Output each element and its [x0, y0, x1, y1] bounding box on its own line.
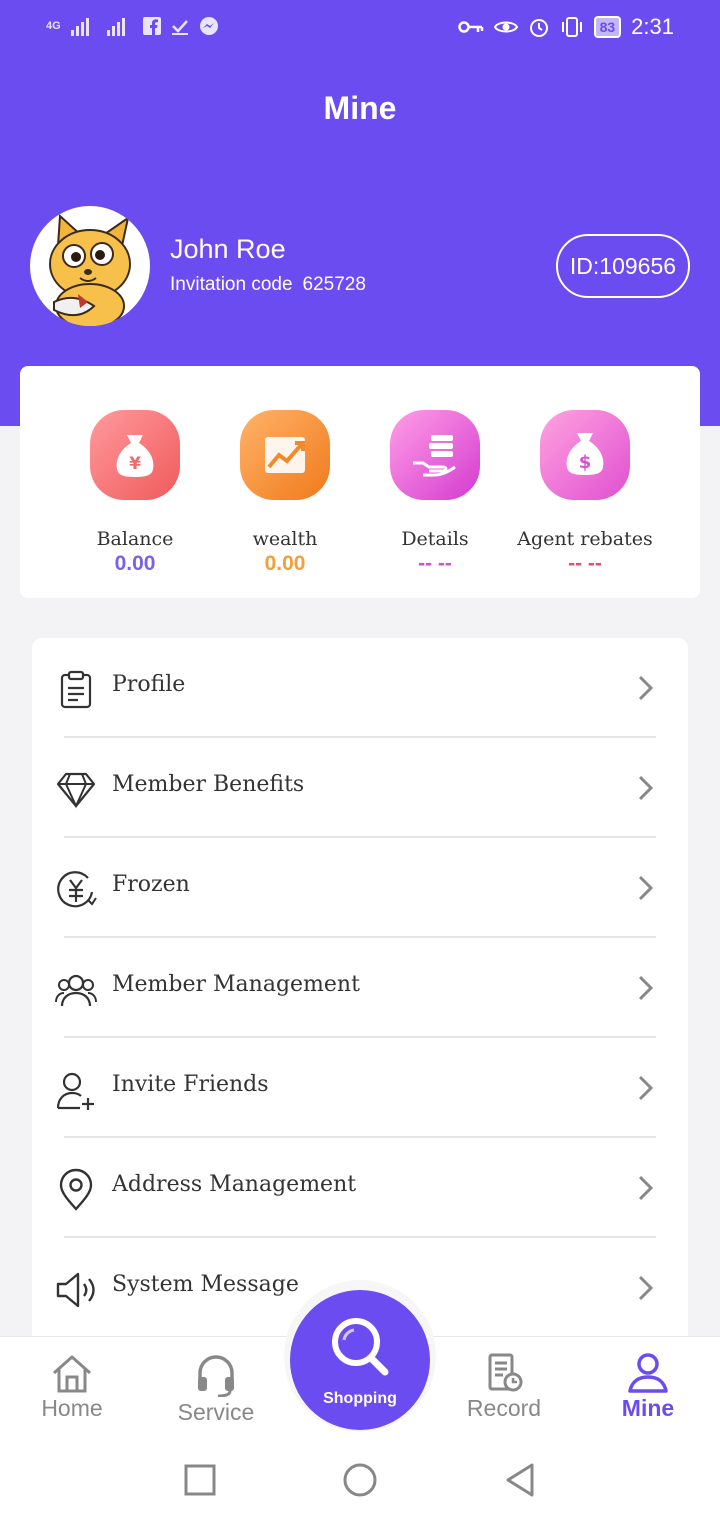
stats-card: ¥ Balance 0.00 wealth 0.00 Details -- --… [20, 366, 700, 598]
menu-label: Invite Friends [112, 1072, 269, 1097]
signal-icon-2 [106, 18, 125, 36]
recent-apps-button[interactable] [184, 1464, 216, 1496]
menu-item-invite-friends[interactable]: Invite Friends [32, 1038, 688, 1138]
key-icon [457, 21, 483, 33]
user-name: John Roe [170, 234, 286, 264]
menu-item-profile[interactable]: Profile [32, 638, 688, 738]
status-left: 4G [46, 16, 219, 36]
menu-label: Address Management [112, 1172, 357, 1197]
messenger-icon [199, 17, 218, 35]
facebook-icon [142, 17, 161, 35]
chevron-right-icon [638, 675, 654, 701]
tab-label: Mine [621, 1395, 675, 1421]
tab-label: Service [177, 1399, 255, 1425]
menu-label: Frozen [112, 872, 190, 897]
user-icon [628, 1353, 668, 1393]
stat-value: 0.00 [114, 552, 156, 575]
download-check-icon [171, 20, 188, 35]
avatar[interactable] [30, 206, 150, 326]
clipboard-icon [60, 670, 92, 709]
id-badge: ID:109656 [556, 234, 690, 298]
menu-label: Profile [112, 672, 186, 697]
status-bar: 4G 83 2:31 [0, 0, 720, 56]
alarm-icon [529, 19, 548, 37]
stat-label: wealth [252, 528, 318, 550]
menu-item-member-management[interactable]: Member Management [32, 938, 688, 1038]
svg-text:¥: ¥ [129, 454, 141, 474]
menu-item-member-benefits[interactable]: Member Benefits [32, 738, 688, 838]
chevron-right-icon [638, 775, 654, 801]
money-bag-yen-icon: ¥ [90, 410, 180, 500]
header-background: 4G 83 2:31 Mine John Roe Invitation code… [0, 0, 720, 426]
eye-icon [493, 21, 518, 33]
chevron-right-icon [638, 975, 654, 1001]
money-bag-dollar-icon: $ [540, 410, 630, 500]
stat-label: Balance [96, 528, 174, 550]
invitation-value: 625728 [302, 274, 366, 295]
coins-hand-icon [390, 410, 480, 500]
frozen-yen-icon [57, 871, 97, 908]
menu-card: Profile Member Benefits Frozen Member Ma… [32, 638, 688, 1358]
chevron-right-icon [638, 875, 654, 901]
tab-service[interactable]: Service [156, 1353, 276, 1426]
chevron-right-icon [638, 1275, 654, 1301]
back-nav-button[interactable] [504, 1462, 536, 1498]
menu-label: Member Management [112, 972, 360, 997]
tab-mine[interactable]: Mine [588, 1353, 708, 1422]
stat-value: -- -- [568, 552, 602, 575]
headset-icon [198, 1355, 234, 1397]
shopping-label: Shopping [323, 1390, 397, 1407]
chevron-right-icon [638, 1075, 654, 1101]
tab-label: Record [466, 1395, 542, 1421]
home-nav-button[interactable] [342, 1462, 378, 1498]
tab-record[interactable]: Record [444, 1353, 564, 1422]
stat-agent-rebates[interactable]: $ Agent rebates -- -- [505, 410, 665, 576]
tab-home[interactable]: Home [12, 1353, 132, 1422]
svg-text:$: $ [579, 452, 592, 473]
stat-label: Details [401, 528, 469, 550]
network-label: 4G [46, 20, 61, 32]
vibrate-icon [561, 17, 582, 37]
status-time: 2:31 [631, 14, 674, 39]
chevron-right-icon [638, 1175, 654, 1201]
status-right: 83 2:31 [457, 14, 674, 40]
shopping-button[interactable]: Shopping [290, 1290, 430, 1430]
growth-chart-icon [240, 410, 330, 500]
menu-label: System Message [112, 1272, 299, 1297]
stat-balance[interactable]: ¥ Balance 0.00 [55, 410, 215, 576]
search-icon [332, 1318, 389, 1376]
cat-avatar-image [49, 213, 131, 326]
diamond-icon [56, 772, 96, 809]
system-nav-bar [0, 1440, 720, 1520]
stat-wealth[interactable]: wealth 0.00 [205, 410, 365, 576]
home-icon [53, 1355, 91, 1393]
tab-label: Home [41, 1395, 103, 1421]
menu-item-address-management[interactable]: Address Management [32, 1138, 688, 1238]
stat-details[interactable]: Details -- -- [355, 410, 515, 576]
stat-value: 0.00 [264, 552, 306, 575]
invitation-label: Invitation code [170, 274, 293, 295]
page-title: Mine [323, 90, 397, 126]
battery-indicator: 83 [593, 16, 622, 38]
stat-value: -- -- [418, 552, 452, 575]
stat-label: Agent rebates [517, 528, 653, 550]
location-pin-icon [59, 1168, 93, 1211]
signal-icon [70, 18, 89, 36]
record-icon [488, 1353, 523, 1392]
user-add-icon [56, 1072, 94, 1110]
invitation-code: Invitation code 625728 [170, 274, 366, 296]
menu-label: Member Benefits [112, 772, 305, 797]
speaker-icon [56, 1272, 95, 1308]
menu-item-frozen[interactable]: Frozen [32, 838, 688, 938]
users-icon [55, 974, 97, 1007]
